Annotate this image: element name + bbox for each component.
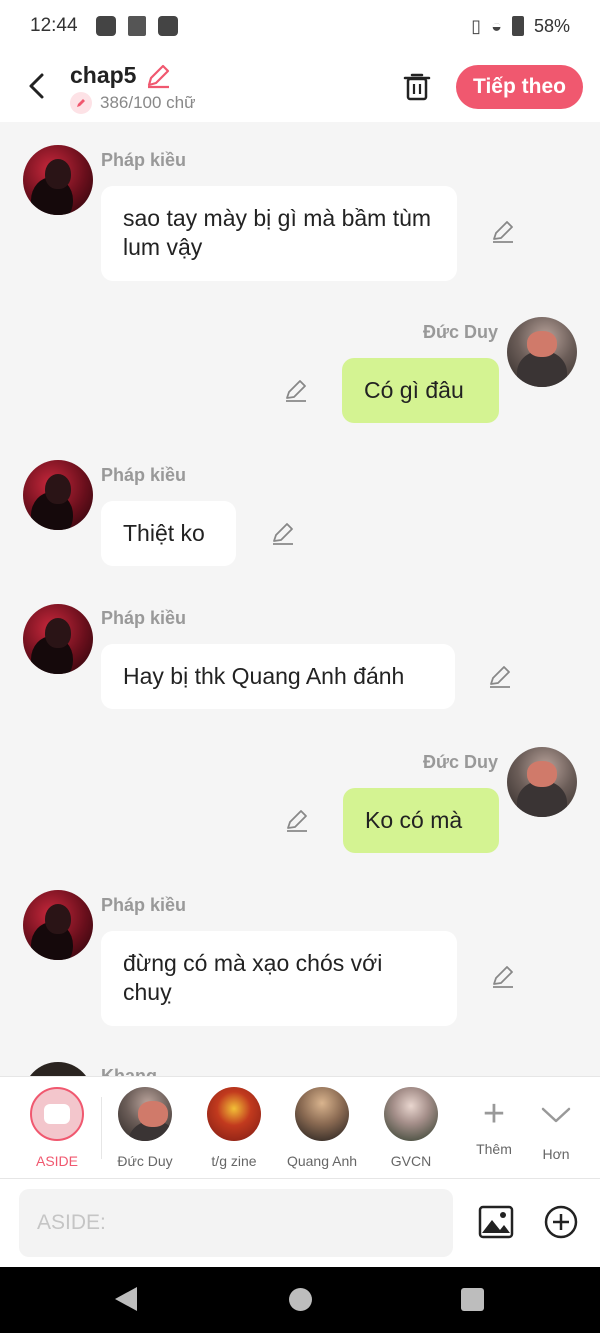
avatar[interactable] [23, 604, 93, 674]
sender-name: Pháp kiều [101, 895, 187, 915]
status-bar: 12:44 ▯ ◒ 58% [0, 0, 600, 52]
vibrate-icon: ▯ [471, 15, 482, 36]
wifi-icon: ◒ [491, 15, 502, 36]
avatar [295, 1087, 349, 1141]
system-nav-bar [0, 1267, 600, 1333]
battery-percent: 58% [533, 15, 570, 36]
edit-message-icon[interactable] [490, 964, 516, 990]
character-tg-zine[interactable]: t/g zine [194, 1087, 274, 1169]
character-bar: ASIDE Đức Duy t/g zine Quang Anh GVCN + … [0, 1076, 600, 1178]
sender-name: Đức Duy [423, 752, 499, 772]
edit-message-icon[interactable] [284, 808, 310, 834]
trash-icon [403, 73, 431, 101]
nav-recents-icon[interactable] [461, 1288, 484, 1311]
notification-square-icon [157, 16, 178, 36]
edit-message-icon[interactable] [490, 219, 516, 245]
avatar[interactable] [23, 890, 93, 960]
avatar[interactable] [507, 317, 577, 387]
character-label: ASIDE [35, 1153, 78, 1169]
nav-back-icon[interactable] [115, 1287, 137, 1311]
sender-name: Pháp kiều [101, 608, 187, 628]
status-time: 12:44 [30, 15, 78, 36]
chevron-left-icon [29, 73, 44, 99]
character-duc-duy[interactable]: Đức Duy [105, 1087, 185, 1169]
message-bubble[interactable]: Có gì đâu [342, 358, 499, 424]
message-bubble[interactable]: Hay bị thk Quang Anh đánh [101, 644, 455, 710]
input-bar [0, 1178, 600, 1267]
next-button[interactable]: Tiếp theo [456, 65, 583, 109]
character-gvcn[interactable]: GVCN [371, 1087, 451, 1169]
message-input[interactable] [19, 1189, 453, 1257]
edit-message-icon[interactable] [487, 664, 513, 690]
chapter-title[interactable]: chap5 [70, 62, 136, 89]
pencil-badge-icon [70, 92, 92, 114]
character-label: Quang Anh [286, 1153, 358, 1169]
word-count-row: 386/100 chữ [70, 92, 196, 114]
chat-area[interactable]: Pháp kiều sao tay mày bị gì mà bầm tùm l… [0, 122, 600, 1076]
divider [101, 1097, 102, 1159]
edit-message-icon[interactable] [270, 521, 296, 547]
character-label: Đức Duy [117, 1153, 173, 1169]
nav-home-icon[interactable] [289, 1288, 312, 1311]
sender-name: Pháp kiều [101, 150, 187, 170]
avatar [384, 1087, 438, 1141]
editor-header: chap5 386/100 chữ Tiếp theo [0, 52, 600, 122]
message-bubble[interactable]: Thiệt ko [101, 501, 236, 567]
edit-message-icon[interactable] [283, 378, 309, 404]
sender-name: Khang [101, 1066, 157, 1076]
character-label: GVCN [390, 1153, 432, 1169]
battery-icon [511, 16, 524, 36]
sender-name: Đức Duy [423, 322, 499, 342]
avatar[interactable] [23, 145, 93, 215]
chevron-down-icon [541, 1107, 571, 1123]
avatar[interactable] [23, 460, 93, 530]
sender-name: Pháp kiều [101, 465, 187, 485]
more-characters-button[interactable]: Hơn [516, 1087, 596, 1162]
character-label: t/g zine [211, 1153, 257, 1169]
back-button[interactable] [20, 68, 52, 104]
add-circle-icon[interactable] [543, 1204, 579, 1240]
message-bubble[interactable]: sao tay mày bị gì mà bầm tùm lum vậy [101, 186, 457, 281]
delete-button[interactable] [400, 68, 434, 104]
avatar[interactable] [507, 747, 577, 817]
notification-app-icon [127, 16, 146, 36]
notification-bag-icon [95, 16, 116, 36]
avatar[interactable] [23, 1062, 93, 1076]
avatar [118, 1087, 172, 1141]
pencil-icon [147, 64, 170, 89]
aside-icon [30, 1087, 84, 1141]
message-bubble[interactable]: đừng có mà xạo chós với chuỵ [101, 931, 457, 1026]
character-quang-anh[interactable]: Quang Anh [282, 1087, 362, 1169]
edit-title-button[interactable] [144, 62, 172, 95]
image-icon[interactable] [478, 1204, 514, 1240]
character-label: Hơn [542, 1146, 570, 1162]
word-count: 386/100 chữ [100, 93, 196, 112]
avatar [207, 1087, 261, 1141]
message-bubble[interactable]: Ko có mà [343, 788, 499, 854]
character-aside[interactable]: ASIDE [17, 1087, 97, 1169]
